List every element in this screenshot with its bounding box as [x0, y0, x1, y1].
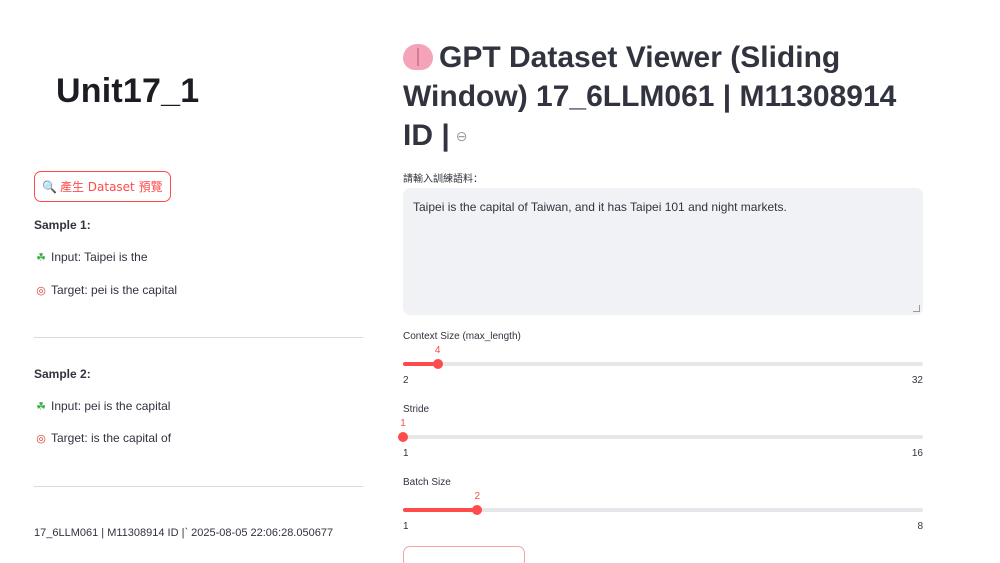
slider-max: 32 — [911, 375, 923, 386]
sample-target-text: Target: is the capital of — [51, 431, 172, 445]
brain-icon — [403, 44, 433, 70]
resize-handle[interactable] — [913, 305, 920, 312]
link-icon[interactable]: ⊖ — [456, 128, 468, 144]
sample-input-text: Input: Taipei is the — [51, 250, 148, 264]
clover-icon: ☘ — [36, 251, 46, 264]
target-icon: ◎ — [36, 432, 46, 445]
partial-button[interactable] — [403, 546, 525, 563]
slider-min: 1 — [403, 521, 409, 532]
magnifier-icon: 🔍 — [42, 179, 57, 194]
sample-target: ◎ Target: pei is the capital — [34, 283, 177, 297]
divider — [34, 486, 363, 487]
sample-target-text: Target: pei is the capital — [51, 283, 178, 297]
stride-slider[interactable]: 1 — [398, 418, 923, 442]
slider-min: 2 — [403, 375, 409, 386]
sample-target: ◎ Target: is the capital of — [34, 431, 171, 445]
sample-input: ☘ Input: Taipei is the — [34, 250, 148, 264]
footer-text: 17_6LLM061 | M11308914 ID |` 2025-08-05 … — [34, 527, 334, 539]
context-size-slider[interactable]: 4 — [403, 345, 923, 369]
page-title-text: GPT Dataset Viewer (Sliding Window) 17_6… — [403, 41, 897, 152]
main-content: GPT Dataset Viewer (Sliding Window) 17_6… — [398, 0, 923, 563]
slider-label: Context Size (max_length) — [403, 331, 521, 342]
slider-label: Stride — [403, 404, 430, 415]
sidebar: Unit17_1 🔍 產生 Dataset 預覽 Sample 1: ☘ Inp… — [34, 0, 363, 563]
generate-dataset-label: 產生 Dataset 預覽 — [59, 180, 163, 194]
textarea-label: 請輸入訓練語料： — [403, 174, 483, 185]
batch-size-slider[interactable]: 2 — [403, 491, 923, 515]
training-text-value: Taipei is the capital of Taiwan, and it … — [413, 200, 787, 214]
generate-dataset-button[interactable]: 🔍 產生 Dataset 預覽 — [34, 171, 171, 202]
sample-heading: Sample 2: — [34, 367, 91, 381]
divider — [34, 337, 363, 338]
slider-fill — [403, 508, 478, 512]
target-icon: ◎ — [36, 284, 46, 297]
sample-heading: Sample 1: — [34, 218, 91, 232]
page-title: GPT Dataset Viewer (Sliding Window) 17_6… — [403, 38, 923, 156]
slider-max: 8 — [917, 521, 923, 532]
slider-value: 4 — [434, 345, 441, 356]
training-text-input[interactable]: Taipei is the capital of Taiwan, and it … — [403, 188, 923, 315]
slider-thumb[interactable] — [472, 505, 483, 515]
slider-min: 1 — [403, 448, 409, 459]
sample-input-text: Input: pei is the capital — [51, 399, 171, 413]
slider-label: Batch Size — [403, 477, 451, 488]
slider-thumb[interactable] — [398, 432, 408, 442]
slider-thumb[interactable] — [432, 359, 443, 369]
slider-value: 1 — [400, 418, 406, 429]
slider-max: 16 — [911, 448, 923, 459]
slider-value: 2 — [474, 491, 481, 502]
clover-icon: ☘ — [36, 400, 46, 413]
sample-input: ☘ Input: pei is the capital — [34, 399, 170, 413]
unit-title: Unit17_1 — [56, 72, 200, 110]
